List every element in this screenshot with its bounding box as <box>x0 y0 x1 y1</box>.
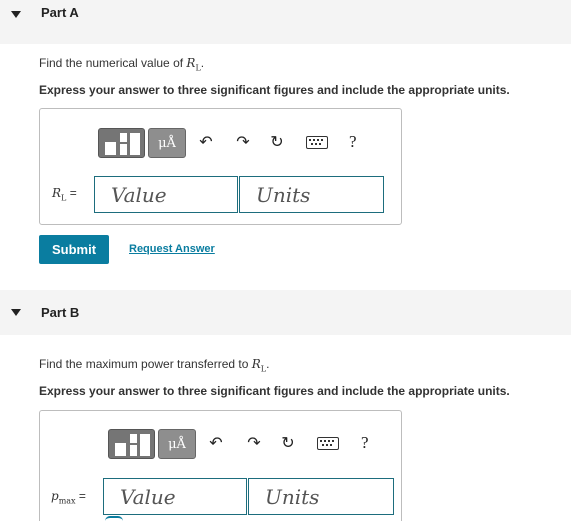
units-button[interactable]: μÅ <box>148 128 186 158</box>
template-block-icon <box>130 434 137 443</box>
reset-icon[interactable]: ↻ <box>267 133 287 153</box>
units-button[interactable]: μÅ <box>158 429 196 459</box>
collapse-caret-icon[interactable] <box>11 309 21 316</box>
submit-button-partial[interactable] <box>105 516 123 521</box>
undo-icon[interactable]: ↶ <box>206 434 226 454</box>
pmax-answer-label: pmax = <box>51 489 86 506</box>
redo-icon[interactable]: ↷ <box>244 434 264 454</box>
rl-symbol: RL <box>251 357 267 374</box>
template-block-icon <box>130 445 137 456</box>
request-answer-link[interactable]: Request Answer <box>129 243 215 255</box>
reset-icon[interactable]: ↻ <box>278 434 298 454</box>
template-block-icon <box>115 443 126 456</box>
rl-symbol: RL <box>186 56 201 73</box>
part-a-question: Find the numerical value of RL. <box>39 56 205 73</box>
part-b-header[interactable]: Part B <box>0 290 571 335</box>
math-toolbar: μÅ ↶ ↷ ↻ ? <box>108 429 388 459</box>
part-b-title: Part B <box>41 305 80 320</box>
rl-units-input[interactable] <box>239 176 384 213</box>
part-b-question: Find the maximum power transferred to RL… <box>39 357 270 374</box>
templates-button[interactable] <box>108 429 155 459</box>
math-toolbar: μÅ ↶ ↷ ↻ ? <box>98 128 378 158</box>
part-a-header[interactable]: Part A <box>0 0 571 44</box>
template-block-icon <box>140 434 150 456</box>
submit-button[interactable]: Submit <box>39 235 109 264</box>
pmax-value-input[interactable] <box>103 478 247 515</box>
help-button[interactable]: ? <box>349 132 363 152</box>
part-a-answer-box: μÅ ↶ ↷ ↻ ? RL = <box>39 108 402 225</box>
part-a-title: Part A <box>41 5 79 20</box>
keyboard-icon[interactable] <box>317 437 339 450</box>
template-block-icon <box>130 133 140 155</box>
part-b-instruction: Express your answer to three significant… <box>39 384 510 398</box>
collapse-caret-icon[interactable] <box>11 11 21 18</box>
template-block-icon <box>120 144 127 155</box>
template-block-icon <box>120 133 127 142</box>
keyboard-icon[interactable] <box>306 136 328 149</box>
redo-icon[interactable]: ↷ <box>233 133 253 153</box>
part-b-answer-box: μÅ ↶ ↷ ↻ ? pmax = <box>39 410 402 521</box>
undo-icon[interactable]: ↶ <box>196 133 216 153</box>
pmax-units-input[interactable] <box>248 478 394 515</box>
templates-button[interactable] <box>98 128 145 158</box>
rl-value-input[interactable] <box>94 176 238 213</box>
help-button[interactable]: ? <box>361 433 375 453</box>
part-a-instruction: Express your answer to three significant… <box>39 83 510 97</box>
rl-answer-label: RL = <box>52 186 77 203</box>
template-block-icon <box>105 142 116 155</box>
